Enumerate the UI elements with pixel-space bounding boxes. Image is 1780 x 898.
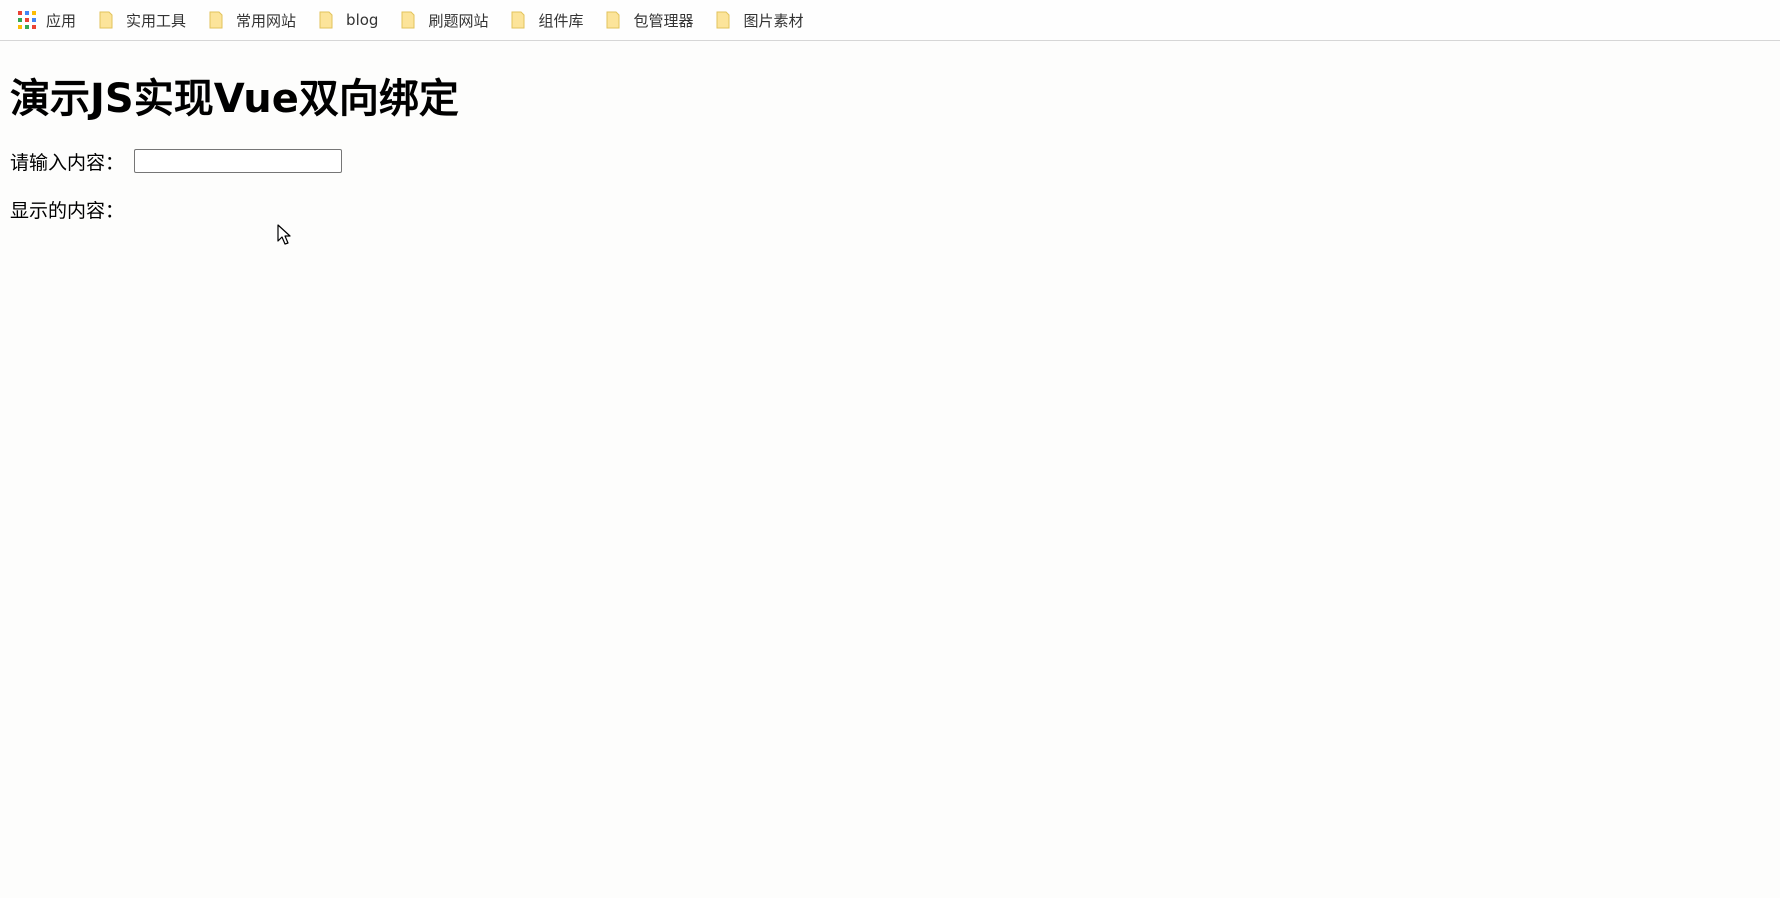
page-title: 演示JS实现Vue双向绑定 — [10, 76, 459, 122]
mouse-cursor-icon — [277, 224, 291, 245]
folder-icon — [716, 11, 730, 29]
content-input[interactable] — [134, 149, 343, 173]
bookmark-label: 图片素材 — [743, 11, 804, 30]
page-content: 演示JS实现Vue双向绑定 请输入内容： 显示的内容： — [0, 75, 1780, 223]
folder-icon — [606, 11, 620, 29]
folder-icon — [401, 11, 415, 29]
display-label: 显示的内容： — [10, 199, 125, 222]
bookmark-label: 实用工具 — [126, 11, 187, 30]
bookmark-label: blog — [346, 11, 379, 29]
input-row: 请输入内容： — [10, 147, 1780, 175]
folder-icon — [99, 11, 113, 29]
bookmark-folder-practice-sites[interactable]: 刷题网站 — [400, 10, 488, 31]
display-row: 显示的内容： — [10, 195, 1780, 223]
bookmark-folder-common-sites[interactable]: 常用网站 — [208, 10, 296, 31]
folder-icon — [319, 11, 333, 29]
folder-icon — [209, 11, 223, 29]
bookmark-folder-package-managers[interactable]: 包管理器 — [605, 10, 693, 31]
bookmark-folder-components[interactable]: 组件库 — [510, 10, 583, 31]
apps-grid-icon — [18, 11, 36, 29]
input-label: 请输入内容： — [10, 151, 125, 174]
bookmarks-bar: 应用 实用工具 常用网站 blog 刷题网站 组件库 包管理器 图片素材 — [0, 0, 1780, 41]
bookmark-folder-tools[interactable]: 实用工具 — [98, 10, 186, 31]
bookmark-label: 刷题网站 — [428, 11, 489, 30]
bookmark-folder-blog[interactable]: blog — [318, 11, 378, 29]
bookmark-label: 组件库 — [538, 11, 584, 30]
bookmark-label: 包管理器 — [633, 11, 694, 30]
bookmark-label: 应用 — [46, 11, 77, 30]
bookmark-apps[interactable]: 应用 — [18, 10, 76, 31]
bookmark-folder-images[interactable]: 图片素材 — [715, 10, 804, 31]
folder-icon — [511, 11, 525, 29]
bookmark-label: 常用网站 — [236, 11, 297, 30]
